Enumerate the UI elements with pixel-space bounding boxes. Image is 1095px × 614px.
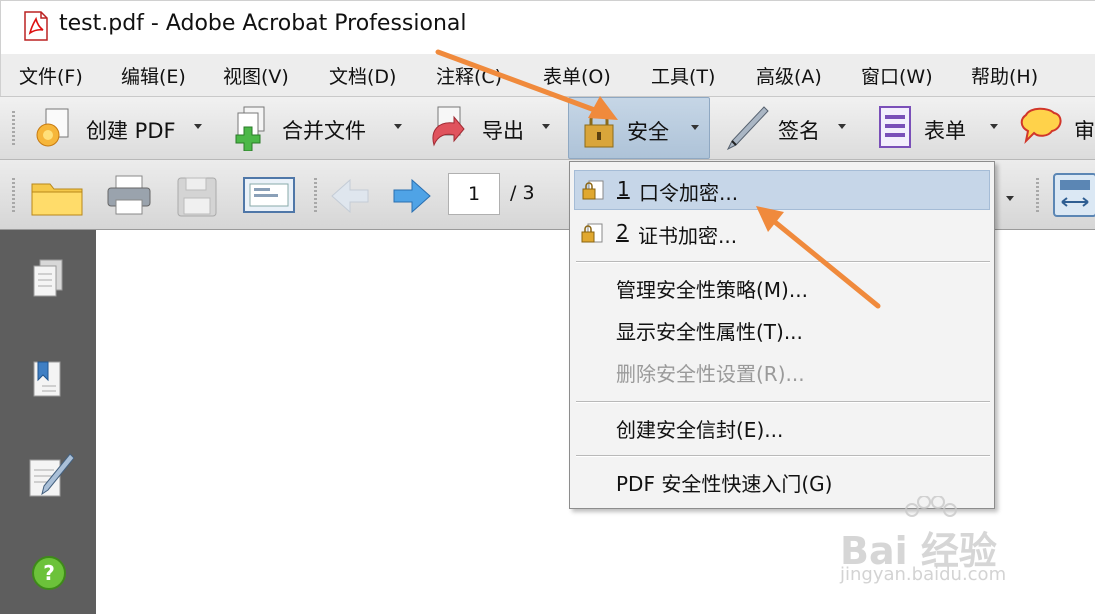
- menu-tools[interactable]: 工具(T): [651, 62, 715, 89]
- show-security-properties-item[interactable]: 显示安全性属性(T)...: [574, 310, 990, 350]
- menu-file[interactable]: 文件(F): [19, 62, 83, 89]
- previous-page-icon[interactable]: [330, 178, 370, 214]
- combine-files-label: 合并文件: [282, 119, 366, 143]
- toolbar-grip[interactable]: [12, 111, 15, 145]
- menu-item-key: 1: [617, 177, 630, 201]
- menu-forms[interactable]: 表单(O): [543, 62, 611, 89]
- baidu-jingyan-watermark: Bai 经验 jingyan.baidu.com: [838, 496, 1038, 596]
- menu-view[interactable]: 视图(V): [223, 62, 289, 89]
- navigation-panel: ?: [0, 230, 96, 614]
- lock-document-icon: [582, 180, 604, 200]
- sign-button[interactable]: 签名: [720, 97, 860, 159]
- window-title: test.pdf - Adobe Acrobat Professional: [59, 11, 467, 36]
- menu-item-label: PDF 安全性快速入门(G): [616, 472, 833, 496]
- page-number-input[interactable]: 1: [448, 173, 500, 215]
- forms-label: 表单: [924, 119, 966, 143]
- form-icon: [879, 106, 911, 148]
- menu-item-label: 管理安全性策略(M)...: [616, 278, 808, 302]
- create-pdf-label: 创建 PDF: [86, 119, 176, 143]
- toolbar-grip[interactable]: [12, 178, 15, 212]
- save-icon[interactable]: [176, 176, 220, 218]
- menu-separator: [576, 455, 990, 457]
- review-label: 审: [1074, 119, 1095, 143]
- title-bar: test.pdf - Adobe Acrobat Professional: [0, 0, 1095, 54]
- combine-files-icon: [235, 106, 265, 151]
- menu-document[interactable]: 文档(D): [329, 62, 396, 89]
- bookmarks-icon[interactable]: [28, 358, 68, 402]
- menu-window[interactable]: 窗口(W): [861, 62, 933, 89]
- fit-width-icon[interactable]: [1050, 172, 1095, 218]
- chevron-down-icon: [542, 124, 550, 129]
- open-folder-icon[interactable]: [30, 176, 86, 218]
- menu-edit[interactable]: 编辑(E): [121, 62, 186, 89]
- page-total: / 3: [510, 182, 535, 204]
- forms-button[interactable]: 表单: [872, 97, 1008, 159]
- lock-icon: [584, 110, 614, 148]
- security-menu: 1 口令加密... 2 证书加密... 管理安全性策略(M)... 显示安全性属…: [569, 161, 995, 509]
- sign-label: 签名: [778, 119, 820, 143]
- menu-item-label: 证书加密...: [638, 224, 738, 248]
- chevron-down-icon: [394, 124, 402, 129]
- review-button[interactable]: 审: [1016, 97, 1095, 159]
- security-button[interactable]: 安全: [568, 97, 710, 159]
- menu-separator: [576, 261, 990, 263]
- chevron-down-icon: [838, 124, 846, 129]
- certificate-encrypt-item[interactable]: 2 证书加密...: [574, 214, 990, 254]
- menu-item-label: 删除安全性设置(R)...: [616, 362, 805, 386]
- zoom-dropdown-caret[interactable]: [1000, 188, 1022, 210]
- pen-icon: [726, 106, 769, 151]
- menu-item-label: 口令加密...: [639, 181, 739, 205]
- comment-bubble-icon: [1020, 107, 1062, 145]
- create-security-envelope-item[interactable]: 创建安全信封(E)...: [574, 408, 990, 448]
- export-button[interactable]: 导出: [420, 97, 558, 159]
- menu-item-label: 显示安全性属性(T)...: [616, 320, 803, 344]
- combine-files-button[interactable]: 合并文件: [224, 97, 410, 159]
- export-label: 导出: [482, 119, 524, 143]
- menu-item-key: 2: [616, 220, 629, 244]
- lock-document-icon: [581, 223, 603, 243]
- email-icon[interactable]: [242, 176, 296, 216]
- menu-comments[interactable]: 注释(C): [436, 62, 502, 89]
- print-icon[interactable]: [106, 174, 152, 218]
- chevron-down-icon: [194, 124, 202, 129]
- menu-item-label: 创建安全信封(E)...: [616, 418, 784, 442]
- signatures-icon[interactable]: [26, 452, 74, 502]
- menu-bar: 文件(F) 编辑(E) 视图(V) 文档(D) 注释(C) 表单(O) 工具(T…: [0, 54, 1095, 96]
- manage-security-policies-item[interactable]: 管理安全性策略(M)...: [574, 268, 990, 308]
- create-pdf-button[interactable]: 创建 PDF: [28, 97, 214, 159]
- create-pdf-icon: [36, 108, 69, 147]
- help-icon[interactable]: ?: [30, 554, 68, 592]
- menu-help[interactable]: 帮助(H): [971, 62, 1038, 89]
- chevron-down-icon: [990, 124, 998, 129]
- security-label: 安全: [627, 120, 669, 144]
- menu-advanced[interactable]: 高级(A): [756, 62, 822, 89]
- svg-text:?: ?: [43, 561, 55, 585]
- tasks-toolbar: 创建 PDF 合并文件 导出 安全 签名 表单 审: [0, 96, 1095, 160]
- menu-separator: [576, 401, 990, 403]
- pages-icon[interactable]: [28, 258, 68, 302]
- toolbar-grip: [1036, 178, 1039, 212]
- export-icon: [432, 106, 465, 147]
- watermark-url: jingyan.baidu.com: [840, 564, 1007, 585]
- chevron-down-icon: [691, 125, 699, 130]
- password-encrypt-item[interactable]: 1 口令加密...: [574, 170, 990, 210]
- next-page-icon[interactable]: [392, 178, 432, 214]
- pdf-file-icon: [24, 11, 48, 41]
- toolbar-grip: [314, 178, 317, 212]
- remove-security-item: 删除安全性设置(R)...: [574, 352, 990, 392]
